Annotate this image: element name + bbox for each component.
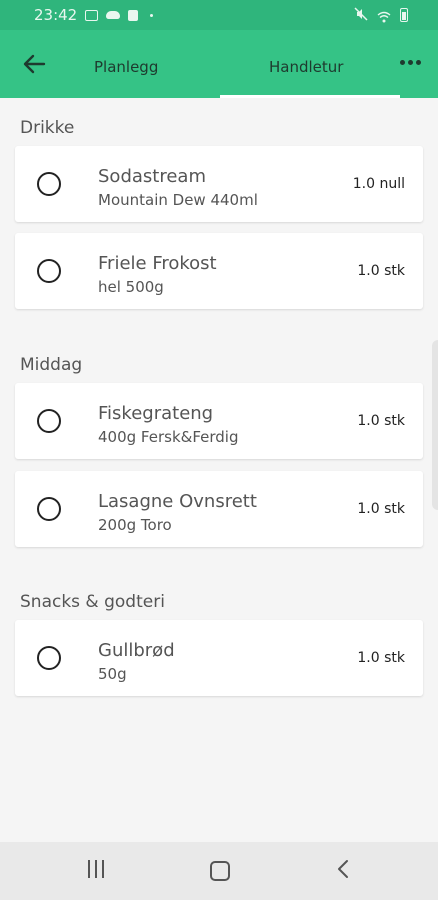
list-item[interactable]: Friele Frokost hel 500g 1.0 stk	[15, 233, 423, 309]
arrow-left-icon	[23, 54, 46, 74]
checkbox-circle[interactable]	[37, 172, 61, 196]
more-horizontal-icon	[407, 59, 413, 65]
item-description: 400g Fersk&Ferdig	[98, 428, 239, 446]
status-left: 23:42	[0, 6, 154, 24]
list-item[interactable]: Sodastream Mountain Dew 440ml 1.0 null	[15, 146, 423, 222]
battery-icon	[400, 8, 408, 22]
tab-planlegg[interactable]: Planlegg	[94, 58, 158, 76]
bag-icon	[128, 9, 139, 21]
section-title-middag: Middag	[20, 355, 83, 375]
item-description: hel 500g	[98, 278, 164, 296]
item-name: Lasagne Ovnsrett	[98, 491, 257, 512]
item-quantity: 1.0 null	[352, 176, 405, 192]
edge-panel-handle[interactable]	[432, 340, 438, 510]
checkbox-circle[interactable]	[37, 497, 61, 521]
checkbox-circle[interactable]	[37, 409, 61, 433]
item-description: 200g Toro	[98, 516, 172, 534]
status-bar: 23:42	[0, 0, 438, 30]
section-title-snacks: Snacks & godteri	[20, 592, 165, 612]
section-title-drikke: Drikke	[20, 118, 75, 138]
item-quantity: 1.0 stk	[357, 650, 405, 666]
back-icon[interactable]	[335, 858, 351, 884]
item-name: Fiskegrateng	[98, 403, 214, 424]
item-description: Mountain Dew 440ml	[98, 191, 258, 209]
checkbox-circle[interactable]	[37, 259, 61, 283]
item-name: Friele Frokost	[98, 253, 217, 274]
item-name: Gullbrød	[98, 640, 175, 661]
back-button[interactable]	[18, 50, 50, 78]
cloud-icon	[106, 11, 121, 19]
more-horizontal-icon	[399, 59, 405, 65]
app-bar: Planlegg Handletur	[0, 30, 438, 98]
wifi-icon	[377, 9, 391, 23]
item-quantity: 1.0 stk	[357, 501, 405, 517]
home-icon[interactable]	[210, 861, 230, 881]
list-item[interactable]: Gullbrød 50g 1.0 stk	[15, 620, 423, 696]
dot-icon	[150, 13, 154, 17]
tab-indicator	[220, 95, 400, 98]
item-description: 50g	[98, 665, 127, 683]
item-name: Sodastream	[98, 166, 206, 187]
recent-apps-icon[interactable]	[88, 860, 110, 880]
system-nav-bar	[0, 842, 438, 900]
item-quantity: 1.0 stk	[357, 413, 405, 429]
item-quantity: 1.0 stk	[357, 263, 405, 279]
more-horizontal-icon	[415, 59, 421, 65]
mute-icon	[354, 6, 368, 24]
status-time: 23:42	[34, 6, 78, 24]
list-item[interactable]: Lasagne Ovnsrett 200g Toro 1.0 stk	[15, 471, 423, 547]
list-item[interactable]: Fiskegrateng 400g Fersk&Ferdig 1.0 stk	[15, 383, 423, 459]
image-icon	[85, 9, 99, 21]
status-right	[354, 6, 438, 24]
more-options-button[interactable]	[398, 52, 422, 72]
tab-handletur[interactable]: Handletur	[269, 58, 343, 76]
checkbox-circle[interactable]	[37, 646, 61, 670]
